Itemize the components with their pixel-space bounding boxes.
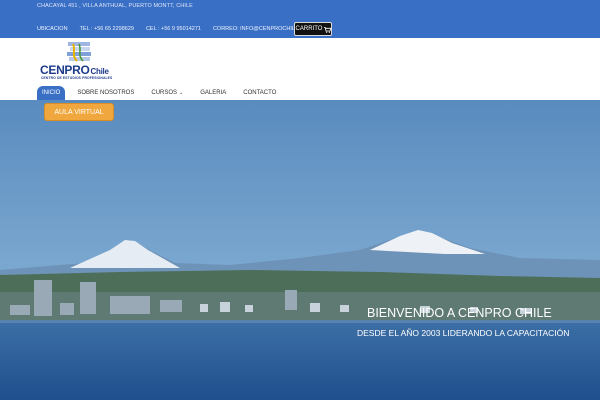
cart-icon xyxy=(324,26,332,33)
cellphone-link[interactable]: CEL : +56 9 95014271 xyxy=(146,26,201,32)
contact-row: UBICACION TEL : +56 65 2298629 CEL : +56… xyxy=(37,26,307,32)
nav-item-galeria[interactable]: GALERIA xyxy=(195,86,231,100)
logo-subtitle: CENTRO DE ESTUDIOS PROFESIONALES xyxy=(41,76,113,80)
nav-item-sobre-nosotros[interactable]: SOBRE NOSOTROS xyxy=(72,86,139,100)
logo-books-icon xyxy=(67,42,91,62)
chevron-down-icon: ⌄ xyxy=(179,90,184,96)
main-nav: INICIO SOBRE NOSOTROS CURSOS ⌄ GALERIA CO… xyxy=(37,86,288,100)
location-link[interactable]: UBICACION xyxy=(37,26,68,32)
nav-item-contacto[interactable]: CONTACTO xyxy=(238,86,281,100)
nav-item-cursos[interactable]: CURSOS ⌄ xyxy=(146,86,188,100)
site-logo[interactable]: CENPROChile CENTRO DE ESTUDIOS PROFESION… xyxy=(40,41,124,83)
top-bar: Chacayal 451 , Villa Anthual, Puerto Mon… xyxy=(0,0,600,38)
logo-wordmark: CENPROChile xyxy=(40,63,109,77)
hero-banner xyxy=(0,100,600,400)
cart-label: CARRITO xyxy=(295,26,323,32)
aula-virtual-button[interactable]: AULA VIRTUAL xyxy=(44,103,114,121)
address-text: Chacayal 451 , Villa Anthual, Puerto Mon… xyxy=(37,3,193,9)
phone-link[interactable]: TEL : +56 65 2298629 xyxy=(80,26,134,32)
nav-item-inicio[interactable]: INICIO xyxy=(37,86,66,100)
hero-landscape-image xyxy=(0,100,600,400)
site-header: CENPROChile CENTRO DE ESTUDIOS PROFESION… xyxy=(0,38,600,101)
hero-title: BIENVENIDO A CENPRO CHILE xyxy=(367,306,552,320)
cart-button[interactable]: CARRITO xyxy=(294,22,332,36)
hero-subtitle: DESDE EL AÑO 2003 LIDERANDO LA CAPACITAC… xyxy=(357,328,570,338)
